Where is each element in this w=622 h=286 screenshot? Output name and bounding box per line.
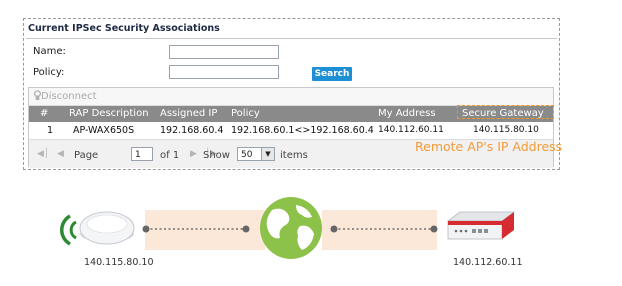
link-endpoint-dot: [430, 225, 438, 233]
remote-ap-ip-label: 140.115.80.10: [84, 257, 154, 268]
network-diagram: [60, 197, 516, 259]
gateway-device-icon: [446, 211, 516, 240]
globe-icon: [260, 197, 322, 259]
link-endpoint-dot: [330, 225, 338, 233]
link-endpoint-dot: [242, 225, 250, 233]
link-endpoint-dot: [142, 225, 150, 233]
wifi-signal-icon: [60, 214, 77, 246]
tunnel-band-right: [322, 210, 437, 250]
access-point-icon: [79, 211, 135, 245]
gateway-ip-label: 140.112.60.11: [453, 257, 523, 268]
